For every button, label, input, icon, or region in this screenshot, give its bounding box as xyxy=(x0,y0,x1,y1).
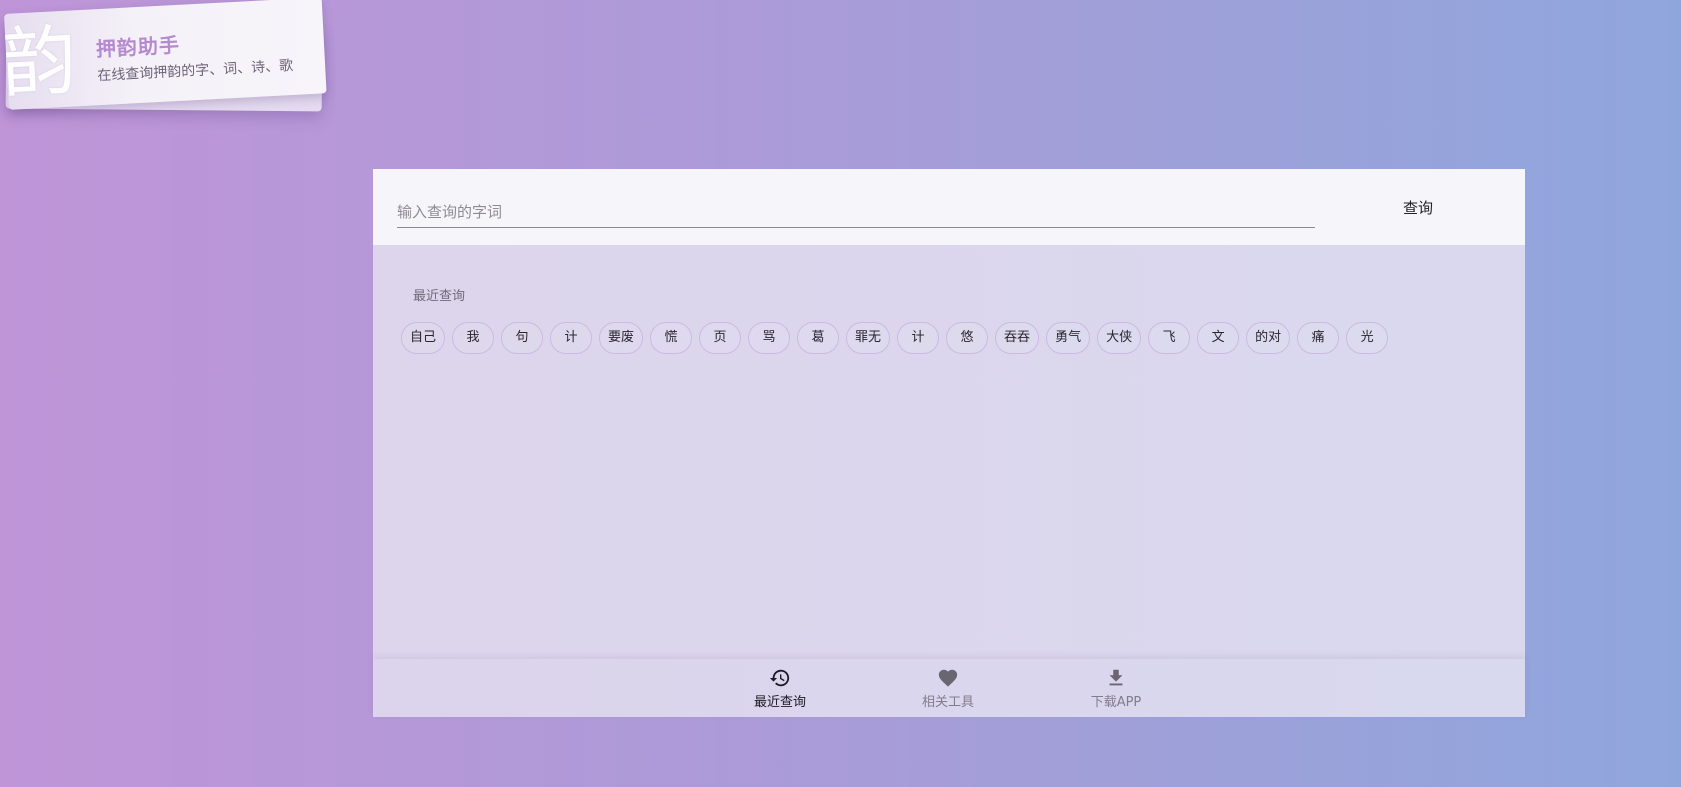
app-title: 押韵助手 xyxy=(95,32,181,62)
history-icon xyxy=(769,667,791,689)
search-button[interactable]: 查询 xyxy=(1373,187,1463,227)
recent-query-chip[interactable]: 计 xyxy=(550,322,593,354)
recent-query-chip[interactable]: 的对 xyxy=(1246,322,1291,354)
nav-label: 最近查询 xyxy=(753,695,806,710)
search-input[interactable] xyxy=(397,197,1315,228)
logo-card: 韵 押韵助手 在线查询押韵的字、词、诗、歌 xyxy=(4,0,327,110)
recent-query-chip[interactable]: 文 xyxy=(1197,322,1240,354)
recent-query-chip[interactable]: 计 xyxy=(897,322,940,354)
recent-query-chip[interactable]: 我 xyxy=(452,322,495,354)
main-panel: 查询 最近查询 自己 我 句 计 要废 慌 页 骂 葛 罪无 计 悠 吞吞 勇气… xyxy=(373,169,1525,717)
logo-glyph: 韵 xyxy=(4,15,79,109)
recent-query-chip[interactable]: 吞吞 xyxy=(995,322,1040,354)
recent-query-chip[interactable]: 大侠 xyxy=(1097,322,1142,354)
download-icon xyxy=(1105,667,1127,689)
nav-label: 相关工具 xyxy=(921,695,974,710)
bottom-nav: 最近查询 相关工具 下载APP xyxy=(373,659,1525,717)
recent-query-chip[interactable]: 页 xyxy=(699,322,742,354)
recent-queries-label: 最近查询 xyxy=(413,289,466,304)
nav-download-app[interactable]: 下载APP xyxy=(1061,667,1171,713)
nav-label: 下载APP xyxy=(1090,695,1142,710)
recent-query-chip[interactable]: 葛 xyxy=(797,322,840,354)
recent-query-chip[interactable]: 勇气 xyxy=(1046,322,1091,354)
nav-recent-queries[interactable]: 最近查询 xyxy=(725,667,835,713)
recent-query-chip[interactable]: 骂 xyxy=(748,322,791,354)
recent-query-chip[interactable]: 痛 xyxy=(1297,322,1340,354)
search-bar: 查询 xyxy=(373,169,1525,245)
recent-query-chip[interactable]: 要废 xyxy=(599,322,644,354)
recent-query-chip[interactable]: 飞 xyxy=(1148,322,1191,354)
recent-query-chip[interactable]: 自己 xyxy=(401,322,446,354)
recent-query-chip[interactable]: 罪无 xyxy=(846,322,891,354)
heart-icon xyxy=(937,667,959,689)
recent-query-chip[interactable]: 句 xyxy=(501,322,544,354)
nav-related-tools[interactable]: 相关工具 xyxy=(893,667,1003,713)
recent-query-chip[interactable]: 慌 xyxy=(650,322,693,354)
recent-query-chip[interactable]: 光 xyxy=(1346,322,1389,354)
logo[interactable]: 韵 押韵助手 在线查询押韵的字、词、诗、歌 xyxy=(4,0,327,112)
recent-query-list: 自己 我 句 计 要废 慌 页 骂 葛 罪无 计 悠 吞吞 勇气 大侠 飞 文 … xyxy=(401,322,1389,354)
recent-query-chip[interactable]: 悠 xyxy=(946,322,989,354)
